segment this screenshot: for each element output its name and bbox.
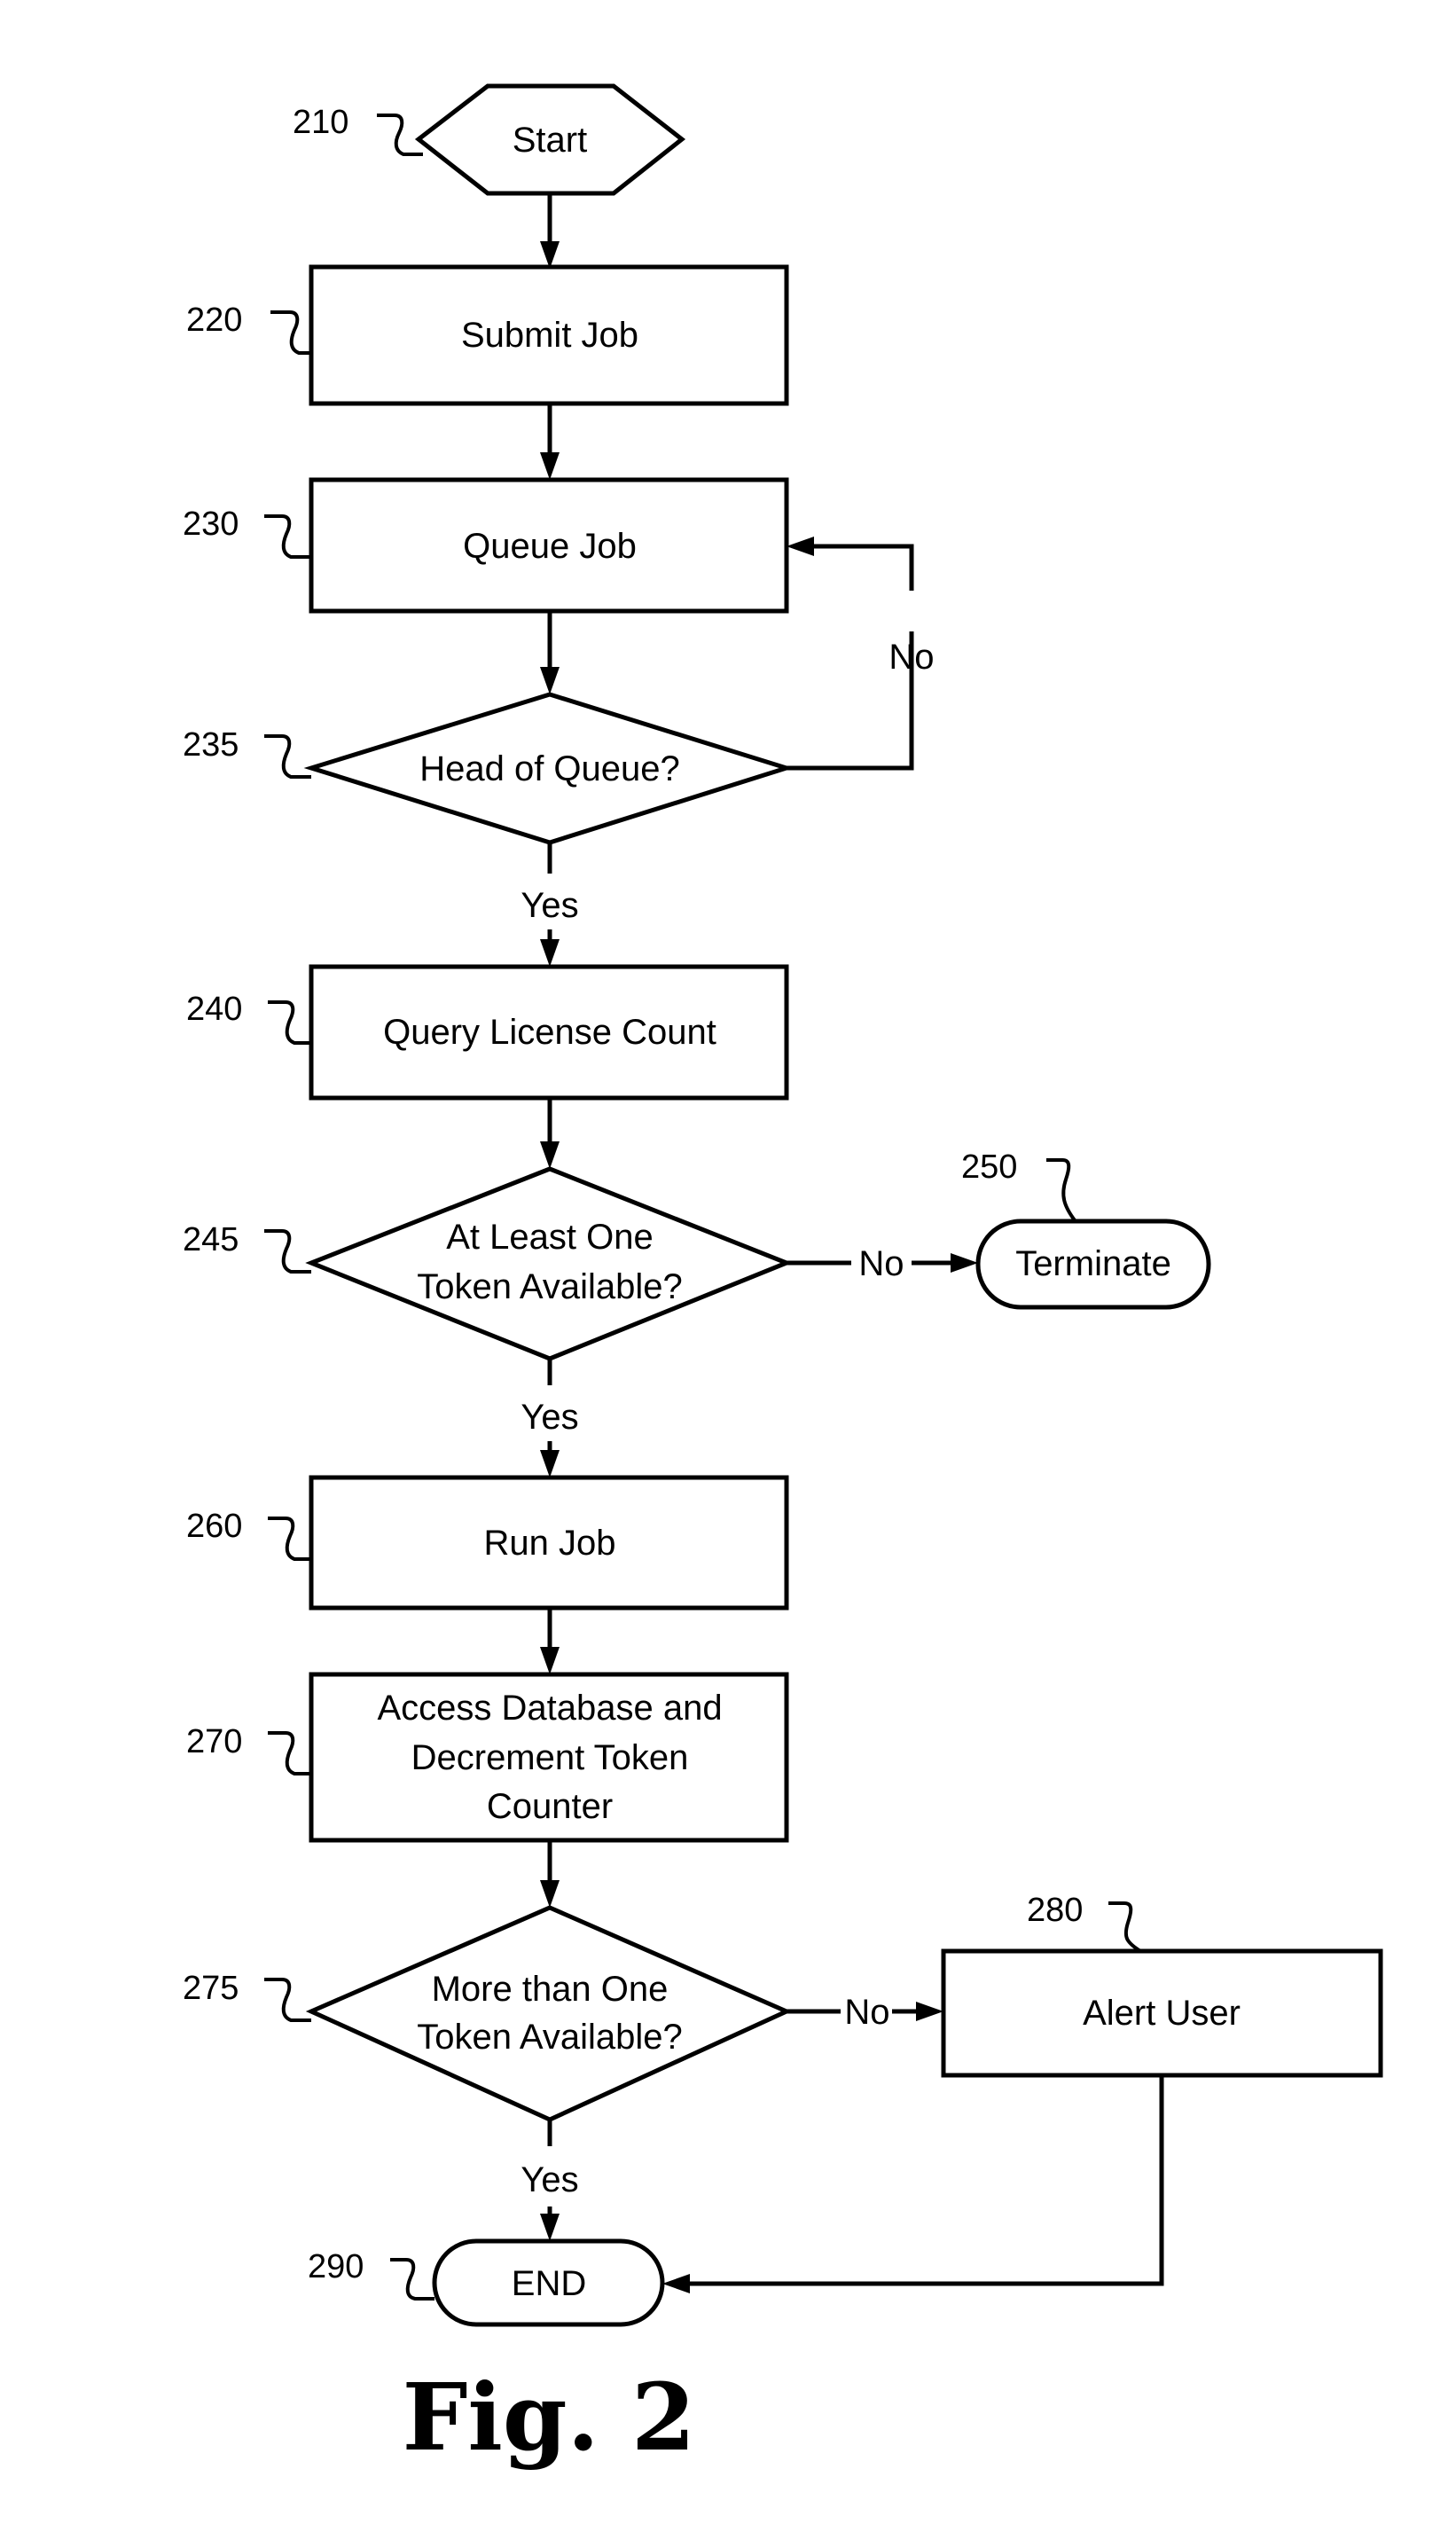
node-label: Submit Job	[461, 316, 638, 355]
node-220-submit-job: Submit Job	[309, 264, 789, 406]
edge-280-290	[662, 2075, 1164, 2293]
leader-line	[264, 734, 311, 779]
edge-label-no: No	[888, 638, 934, 677]
ref-number: 275	[183, 1970, 239, 2007]
edge-220-230	[540, 404, 560, 480]
edge-235-230-no: No	[787, 537, 935, 771]
edge-label-no: No	[844, 1993, 889, 2032]
figure-caption: Fig. 2	[403, 2363, 696, 2472]
node-label-line-1: At Least One	[446, 1218, 653, 1257]
leader-line	[268, 1731, 311, 1775]
node-label: Start	[513, 121, 587, 160]
edge-275-280-no: No	[787, 1993, 943, 2032]
node-230-queue-job: Queue Job	[309, 477, 789, 614]
ref-number: 245	[183, 1221, 239, 1258]
edge-245-260-yes: Yes	[521, 1359, 579, 1478]
node-260-run-job: Run Job	[309, 1475, 789, 1611]
leader-line	[264, 1978, 311, 2022]
node-280-alert-user: Alert User	[941, 1948, 1383, 2078]
edge-label-yes: Yes	[521, 1398, 578, 1437]
ref-number: 260	[186, 1508, 242, 1545]
node-label-line-2: Token Available?	[417, 2018, 683, 2057]
node-label-line-1: More than One	[432, 1970, 669, 2009]
node-290-end: END	[432, 2238, 665, 2327]
node-label-line-3: Counter	[487, 1787, 613, 1826]
leader-line	[270, 310, 311, 355]
leader-line	[268, 1517, 311, 1561]
edge-label-yes: Yes	[521, 886, 578, 925]
ref-number: 220	[186, 302, 242, 339]
node-210-start: Start	[414, 83, 686, 196]
leader-line	[377, 114, 423, 156]
edge-label-no: No	[858, 1244, 904, 1283]
edge-275-290-yes: Yes	[521, 2120, 579, 2241]
leader-line	[264, 1229, 311, 1274]
node-label-line-2: Decrement Token	[411, 1738, 689, 1777]
node-245-token-check: At Least One Token Available?	[305, 1166, 793, 1361]
leader-line	[1108, 1901, 1142, 1953]
node-label: Run Job	[484, 1524, 616, 1563]
node-275-more-than-one-token: More than One Token Available?	[305, 1905, 793, 2122]
node-270-access-database: Access Database and Decrement Token Coun…	[309, 1672, 789, 1843]
edge-240-245	[540, 1098, 560, 1169]
node-label: Queue Job	[463, 527, 637, 566]
ref-number: 270	[186, 1723, 242, 1760]
node-label: Query License Count	[383, 1013, 716, 1052]
leader-line	[390, 2258, 434, 2301]
edge-245-250-no: No	[787, 1244, 978, 1283]
edge-230-235	[540, 611, 560, 694]
ref-number: 290	[308, 2248, 364, 2285]
node-250-terminate: Terminate	[975, 1219, 1211, 1310]
edge-270-275	[540, 1840, 560, 1908]
leader-line	[264, 514, 311, 559]
flowchart: Start 210 Submit Job 220 Queue Job 230 H…	[183, 83, 1383, 2472]
ref-number: 235	[183, 726, 239, 764]
node-label: Alert User	[1083, 1994, 1241, 2033]
node-label-line-2: Token Available?	[417, 1267, 683, 1306]
edge-210-220	[540, 193, 560, 269]
ref-number: 280	[1027, 1892, 1083, 1929]
node-label: Terminate	[1015, 1244, 1171, 1283]
ref-number: 210	[293, 104, 348, 141]
ref-number: 230	[183, 506, 239, 543]
edge-235-240-yes: Yes	[521, 843, 579, 967]
node-label: END	[512, 2264, 586, 2303]
ref-number: 240	[186, 991, 242, 1028]
edge-260-270	[540, 1608, 560, 1674]
ref-number: 250	[961, 1148, 1017, 1186]
node-235-head-of-queue: Head of Queue?	[303, 692, 795, 845]
edge-label-yes: Yes	[521, 2160, 578, 2199]
node-label: Head of Queue?	[419, 749, 680, 788]
leader-line	[268, 1000, 311, 1045]
node-label-line-1: Access Database and	[377, 1689, 722, 1728]
leader-line	[1046, 1158, 1076, 1222]
node-240-query-license-count: Query License Count	[309, 964, 789, 1101]
